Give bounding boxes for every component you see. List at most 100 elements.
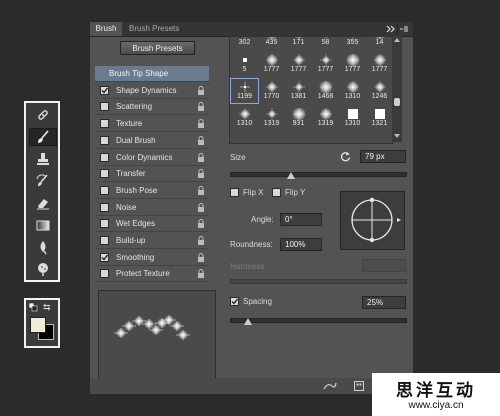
eraser-tool[interactable] [29, 194, 57, 212]
lock-icon[interactable] [197, 135, 205, 145]
brush-tip-size: 1321 [371, 120, 388, 127]
blur-tool[interactable] [29, 238, 57, 256]
brush-tip-cell[interactable]: 1468 [312, 79, 339, 103]
option-wet-edges[interactable]: Wet Edges [95, 216, 209, 233]
angle-roundness-control[interactable] [340, 191, 405, 250]
build-up-checkbox[interactable] [100, 236, 109, 245]
option-protect-texture[interactable]: Protect Texture [95, 266, 209, 283]
brush-tip-cell[interactable]: 171 [285, 37, 312, 49]
size-field[interactable]: 79 px [360, 150, 406, 163]
lock-icon[interactable] [197, 152, 205, 162]
lock-icon[interactable] [197, 85, 205, 95]
brush-presets-button[interactable]: Brush Presets [120, 41, 195, 55]
lock-icon[interactable] [197, 119, 205, 129]
dodge-tool[interactable] [29, 260, 57, 278]
brush-tip-cell[interactable]: 1381 [285, 79, 312, 103]
foreground-color-swatch[interactable] [30, 317, 46, 333]
size-slider[interactable] [230, 172, 407, 177]
option-dual-brush[interactable]: Dual Brush [95, 133, 209, 149]
flip-y-checkbox[interactable] [272, 188, 281, 197]
brush-tip-cell[interactable]: 435 [258, 37, 285, 49]
option-smoothing[interactable]: Smoothing [95, 250, 209, 266]
lock-icon[interactable] [197, 236, 205, 245]
option-build-up[interactable]: Build-up [95, 233, 209, 249]
scroll-down-icon[interactable] [394, 134, 400, 138]
scroll-thumb[interactable] [394, 98, 400, 106]
lock-icon[interactable] [197, 169, 205, 179]
brush-tip-cell[interactable]: 1319 [312, 106, 339, 130]
tab-brush[interactable]: Brush [90, 22, 122, 36]
option-brush-tip-shape[interactable]: Brush Tip Shape [95, 66, 209, 82]
lock-icon[interactable] [197, 252, 205, 262]
brush-grid-scrollbar[interactable] [392, 36, 402, 142]
brush-tip-cell[interactable]: 1777 [285, 52, 312, 76]
lock-icon[interactable] [197, 269, 205, 279]
brush-tip-cell[interactable]: 1321 [366, 106, 392, 130]
brush-tip-cell[interactable]: 1770 [258, 79, 285, 103]
lock-icon[interactable] [197, 219, 205, 229]
brush-tip-cell[interactable]: 14 [366, 37, 392, 49]
spacing-field[interactable]: 25% [362, 296, 406, 309]
brush-tip-cell[interactable]: 1777 [339, 52, 366, 76]
option-brush-pose[interactable]: Brush Pose [95, 183, 209, 199]
transfer-checkbox[interactable] [100, 169, 109, 179]
option-noise[interactable]: Noise [95, 200, 209, 216]
flip-x-checkbox[interactable] [230, 188, 239, 197]
brush-tip-cell[interactable]: 1777 [312, 52, 339, 76]
brush-tip-cell[interactable]: 5 [231, 52, 258, 76]
wet-edges-checkbox[interactable] [100, 219, 109, 229]
tab-brush-presets[interactable]: Brush Presets [123, 22, 213, 36]
panel-menu-icon[interactable] [385, 24, 409, 34]
option-shape-dynamics[interactable]: Shape Dynamics [95, 83, 209, 99]
brush-tip-grid[interactable]: 302 435 171 58 355 14 5 1777 1777 1777 1777 1777 119… [229, 36, 393, 144]
lock-icon[interactable] [197, 102, 205, 112]
option-texture[interactable]: Texture [95, 116, 209, 133]
protect-texture-label: Protect Texture [116, 269, 170, 279]
brush-tip-cell[interactable]: 302 [231, 37, 258, 49]
brush-tip-cell[interactable]: 1310 [339, 79, 366, 103]
noise-checkbox[interactable] [100, 202, 109, 212]
lock-icon[interactable] [197, 202, 205, 212]
texture-checkbox[interactable] [100, 119, 109, 129]
brush-tip-cell[interactable]: 931 [285, 106, 312, 130]
brush-tip-cell[interactable]: 1199 [230, 78, 259, 104]
spacing-slider-knob[interactable] [243, 318, 252, 325]
brush-tip-cell[interactable]: 1319 [258, 106, 285, 130]
option-color-dynamics[interactable]: Color Dynamics [95, 150, 209, 166]
lock-icon[interactable] [197, 185, 205, 195]
protect-texture-checkbox[interactable] [100, 269, 109, 279]
brush-projection-icon[interactable] [354, 381, 364, 391]
watermark-title: 思洋互动 [396, 381, 476, 401]
roundness-field[interactable]: 100% [280, 238, 322, 251]
swap-colors-icon[interactable]: ⇆ [43, 302, 53, 312]
brush-tip-preview [372, 54, 388, 66]
smoothing-checkbox[interactable] [100, 252, 109, 262]
toggle-live-tip-icon[interactable] [323, 381, 337, 391]
spacing-checkbox[interactable] [230, 297, 239, 306]
size-slider-knob[interactable] [287, 172, 296, 179]
option-scattering[interactable]: Scattering [95, 99, 209, 116]
brush-tip-cell[interactable]: 1777 [258, 52, 285, 76]
gradient-tool[interactable] [29, 216, 57, 234]
brush-pose-checkbox[interactable] [100, 185, 109, 195]
scroll-up-icon[interactable] [394, 38, 400, 42]
spacing-slider[interactable] [230, 318, 407, 323]
brush-tool[interactable] [29, 128, 57, 146]
brush-tip-cell[interactable]: 1310 [339, 106, 366, 130]
reset-icon[interactable] [340, 151, 351, 162]
healing-brush-tool[interactable] [29, 106, 57, 124]
brush-tip-cell[interactable]: 1246 [366, 79, 392, 103]
history-brush-tool[interactable] [29, 172, 57, 190]
option-transfer[interactable]: Transfer [95, 166, 209, 183]
dual-brush-checkbox[interactable] [100, 135, 109, 145]
default-colors-icon[interactable] [28, 302, 38, 312]
brush-tip-cell[interactable]: 355 [339, 37, 366, 49]
clone-stamp-tool[interactable] [29, 150, 57, 168]
color-dynamics-checkbox[interactable] [100, 152, 109, 162]
angle-field[interactable]: 0° [280, 213, 322, 226]
shape-dynamics-checkbox[interactable] [100, 85, 109, 95]
brush-tip-cell[interactable]: 58 [312, 37, 339, 49]
scattering-checkbox[interactable] [100, 102, 109, 112]
brush-tip-cell[interactable]: 1310 [231, 106, 258, 130]
brush-tip-cell[interactable]: 1777 [366, 52, 392, 76]
